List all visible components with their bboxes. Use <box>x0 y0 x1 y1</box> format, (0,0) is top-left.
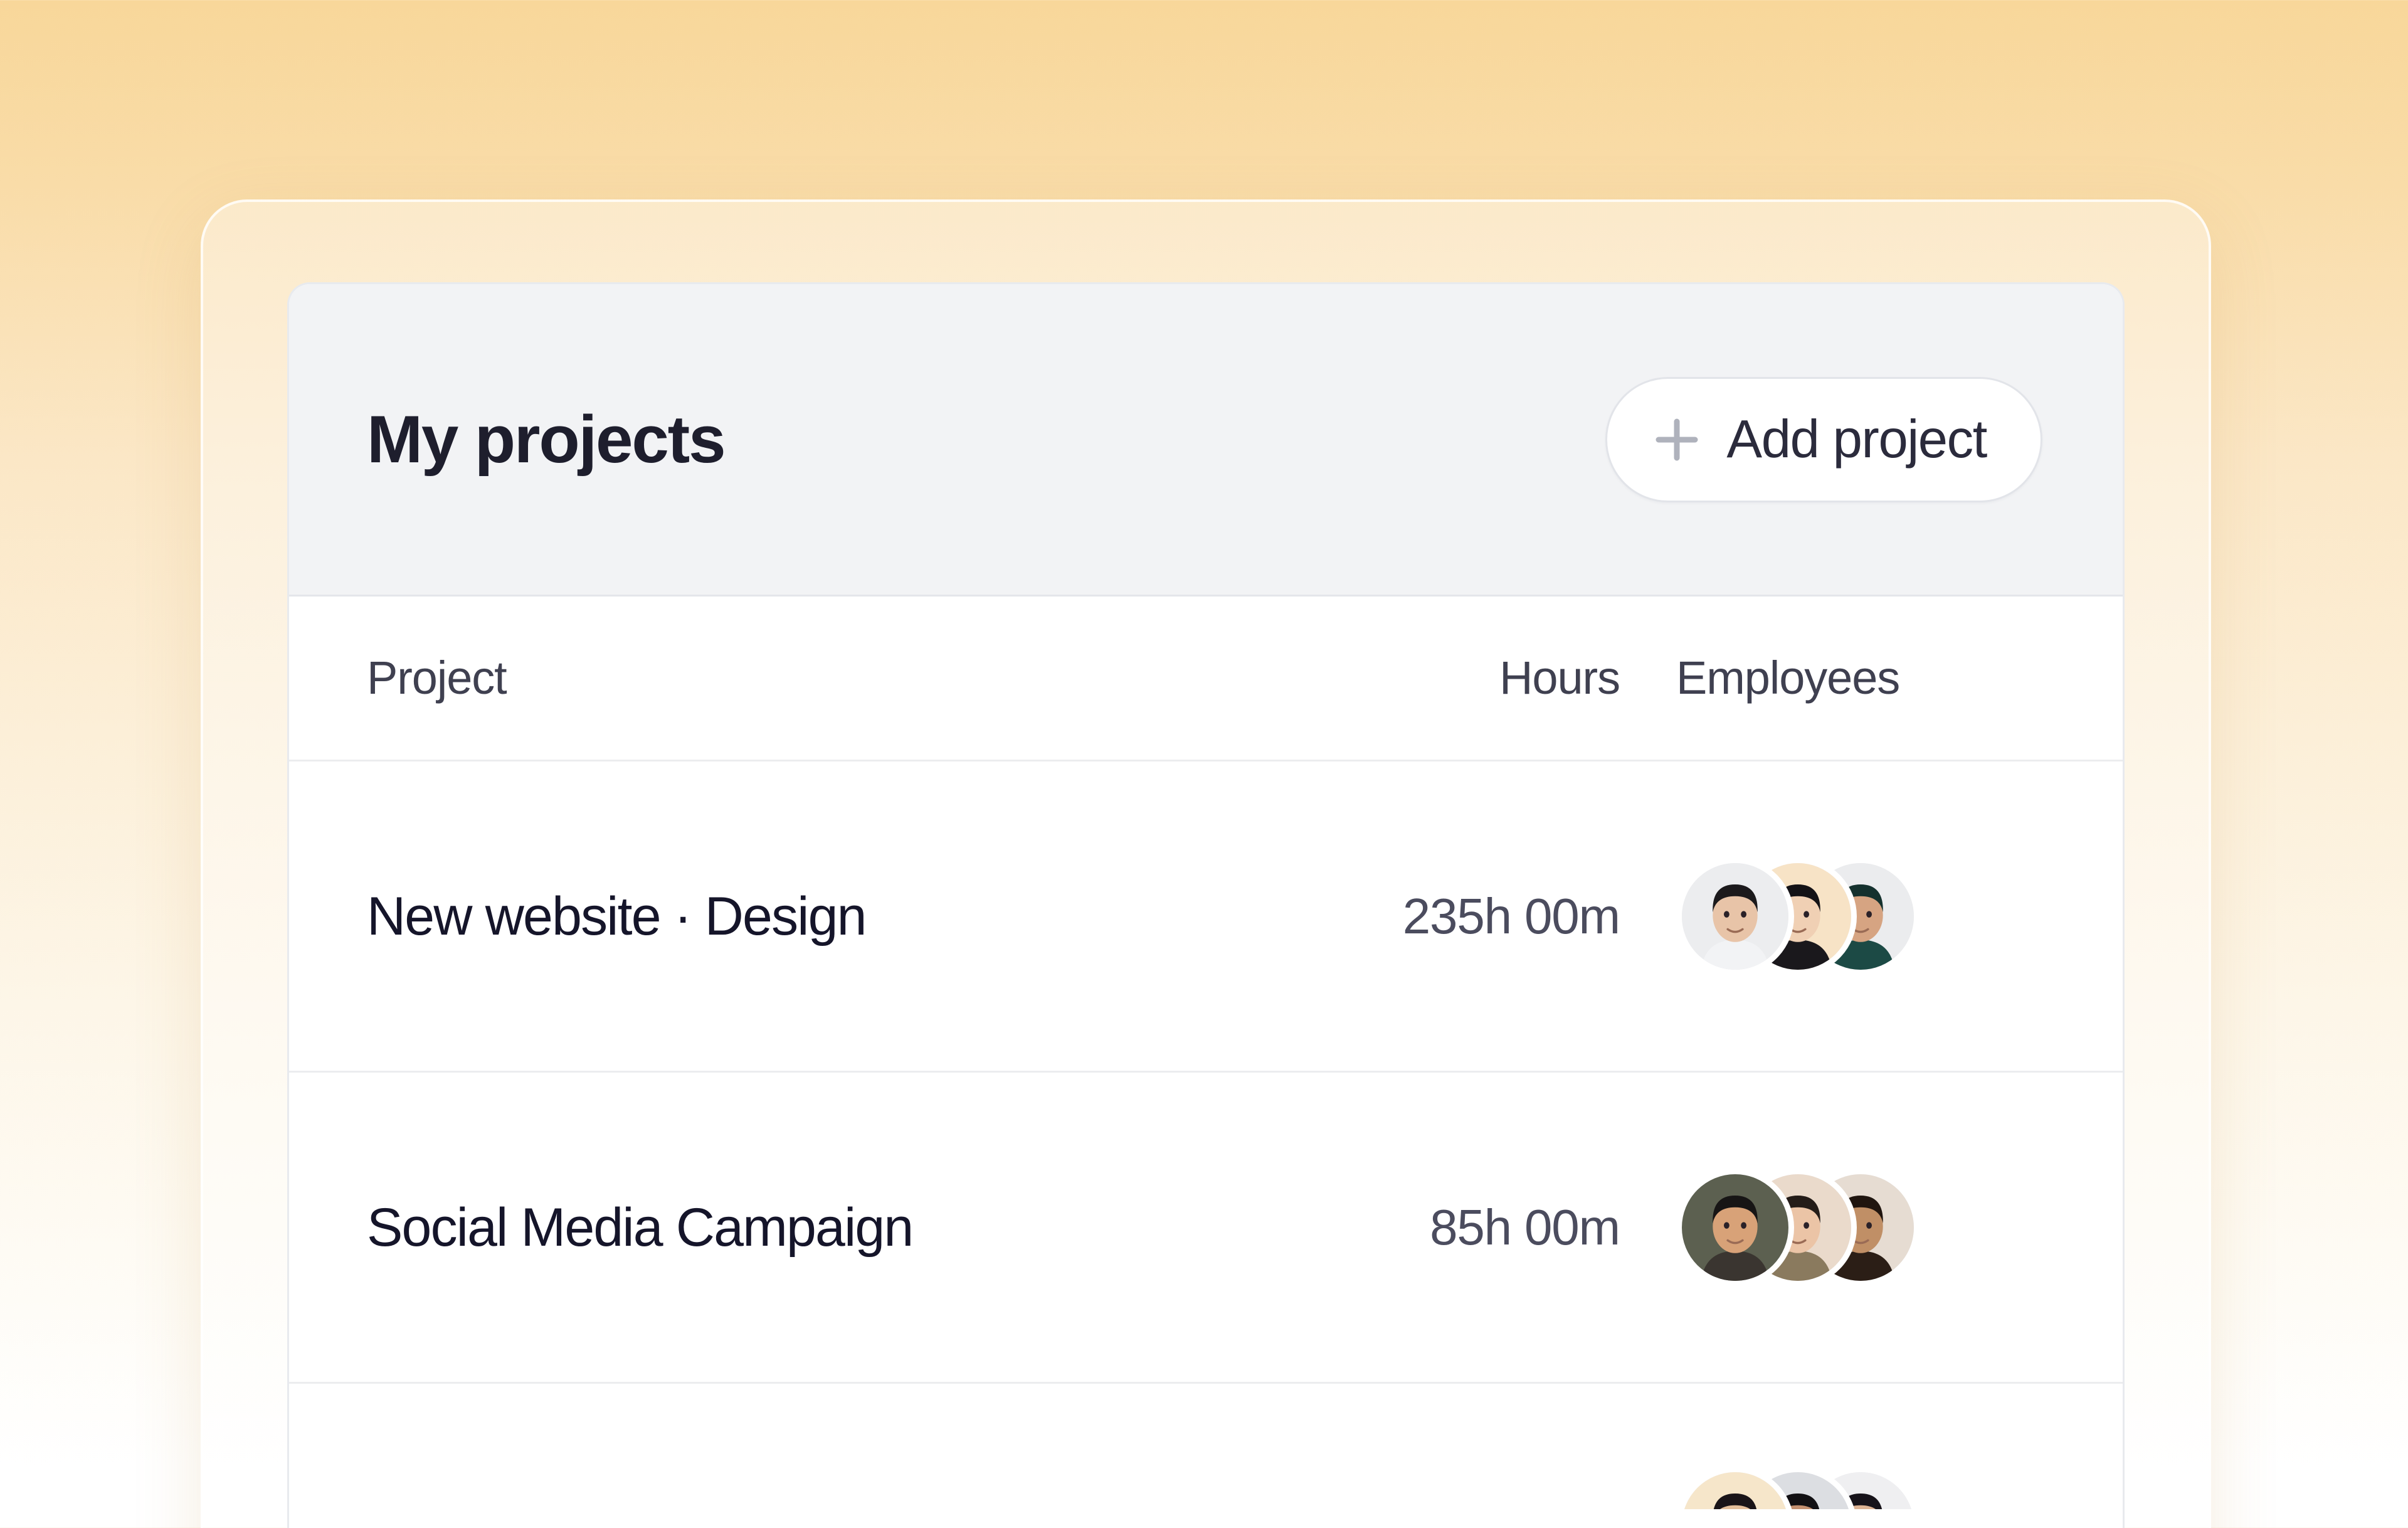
employees-cell <box>1659 1387 2123 1505</box>
projects-card: My projects Add project Project Hours Em… <box>287 282 2125 1528</box>
table-header-row: Project Hours Employees <box>289 597 2123 761</box>
column-header-project: Project <box>367 655 1226 701</box>
column-header-hours: Hours <box>1226 655 1659 701</box>
add-project-button[interactable]: Add project <box>1605 377 2042 502</box>
project-name: New website · Design <box>367 889 1226 943</box>
table-row[interactable]: Social Media Campaign 85h 00m <box>289 1073 2123 1384</box>
employees-cell <box>1659 1169 2123 1287</box>
avatar-man-glasses-moustache <box>1676 1169 1794 1287</box>
add-project-label: Add project <box>1726 413 1987 466</box>
column-header-employees: Employees <box>1659 655 1899 701</box>
avatar-stack[interactable] <box>1676 857 1920 975</box>
projects-table: Project Hours Employees New website · De… <box>289 597 2123 1509</box>
table-row[interactable]: New website · Design 235h 00m <box>289 761 2123 1073</box>
avatar-stack[interactable] <box>1676 1467 1920 1509</box>
avatar-woman-dark-hair-updo <box>1676 857 1794 975</box>
plus-icon <box>1654 416 1700 463</box>
table-row[interactable]: Branding 125h 40m <box>289 1384 2123 1509</box>
project-name: Social Media Campaign <box>367 1201 1226 1255</box>
project-hours: 85h 00m <box>1226 1202 1659 1253</box>
project-name: Branding <box>367 1507 1226 1509</box>
employees-cell <box>1659 857 2123 975</box>
card-header: My projects Add project <box>289 284 2123 597</box>
project-hours: 235h 00m <box>1226 891 1659 942</box>
page-title: My projects <box>367 406 724 473</box>
avatar-stack[interactable] <box>1676 1169 1920 1287</box>
